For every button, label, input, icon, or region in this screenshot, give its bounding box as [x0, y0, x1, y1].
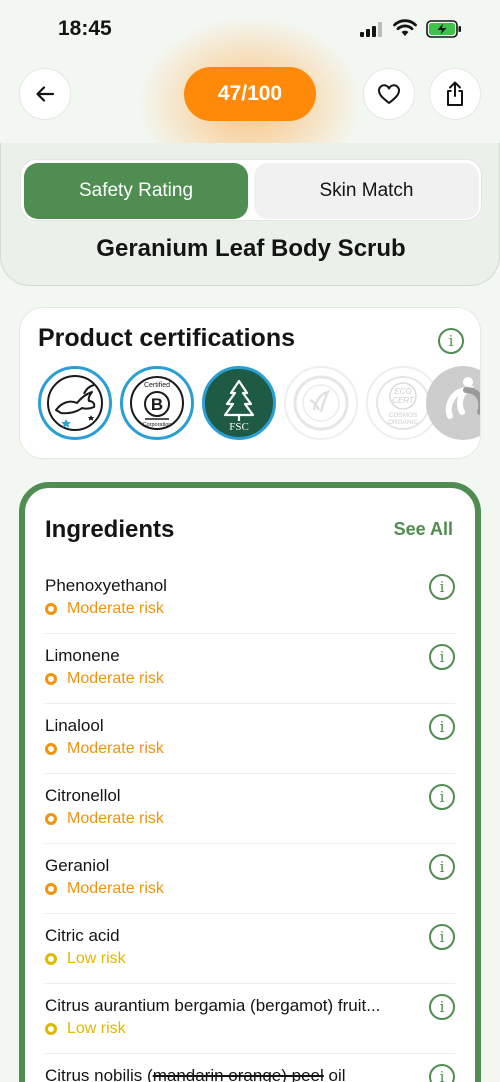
view-segmented-control: Safety Rating Skin Match: [20, 159, 482, 221]
moderate-risk-icon: [45, 813, 57, 825]
certifications-title: Product certifications: [38, 324, 295, 352]
info-icon[interactable]: i: [429, 714, 455, 740]
ingredient-row[interactable]: Citric acid Low risk i: [45, 914, 455, 984]
ingredient-name: Citrus aurantium bergamia (bergamot) fru…: [45, 996, 381, 1015]
low-risk-icon: [45, 953, 57, 965]
header: 47/100: [0, 18, 500, 188]
svg-text:ECO: ECO: [394, 387, 411, 396]
ingredient-name: Geraniol: [45, 856, 110, 875]
ingredient-name: Phenoxyethanol: [45, 576, 167, 595]
ingredient-row[interactable]: Limonene Moderate risk i: [45, 634, 455, 704]
share-icon: [447, 81, 463, 106]
info-icon[interactable]: i: [438, 328, 464, 354]
wifi-icon: [393, 19, 417, 36]
ingredient-row[interactable]: Citrus nobilis (mandarin orange) peel oi…: [45, 1054, 455, 1082]
back-button[interactable]: [19, 68, 71, 120]
fsc-icon[interactable]: FSC: [202, 366, 276, 440]
ingredients-title: Ingredients: [45, 516, 175, 543]
svg-text:B: B: [151, 395, 163, 414]
info-icon[interactable]: i: [429, 854, 455, 880]
heart-icon: [378, 84, 400, 104]
battery-charging-icon: [426, 20, 461, 38]
svg-text:Certified: Certified: [144, 382, 170, 389]
risk-label: Moderate risk: [45, 810, 164, 828]
ingredient-row[interactable]: Geraniol Moderate risk i: [45, 844, 455, 914]
ingredient-name: Citric acid: [45, 926, 120, 945]
ingredient-row[interactable]: Linalool Moderate risk i: [45, 704, 455, 774]
svg-text:COSMOS: COSMOS: [389, 412, 419, 419]
arrow-left-icon: [36, 86, 55, 102]
ingredient-name: Linalool: [45, 716, 104, 735]
svg-text:CERT: CERT: [392, 396, 415, 405]
b-corp-icon[interactable]: Certified B Corporation: [120, 366, 194, 440]
ingredient-row[interactable]: Citrus aurantium bergamia (bergamot) fru…: [45, 984, 455, 1054]
ingredient-row[interactable]: Phenoxyethanol Moderate risk i: [45, 564, 455, 634]
tab-safety-rating[interactable]: Safety Rating: [24, 163, 248, 219]
risk-label: Moderate risk: [45, 670, 164, 688]
ingredients-card: Ingredients See All Phenoxyethanol Moder…: [19, 482, 481, 1082]
moderate-risk-icon: [45, 673, 57, 685]
svg-text:FSC: FSC: [229, 421, 249, 433]
product-title: Geranium Leaf Body Scrub: [96, 235, 406, 262]
info-icon[interactable]: i: [429, 994, 455, 1020]
risk-label: Moderate risk: [45, 880, 164, 898]
status-time: 18:45: [58, 17, 112, 40]
tab-skin-match[interactable]: Skin Match: [254, 163, 479, 219]
ingredient-name: Citrus nobilis (mandarin orange) peel oi…: [45, 1066, 346, 1082]
low-risk-icon: [45, 1023, 57, 1035]
favorite-button[interactable]: [363, 68, 415, 120]
share-button[interactable]: [429, 68, 481, 120]
info-icon[interactable]: i: [429, 784, 455, 810]
moderate-risk-icon: [45, 603, 57, 615]
risk-label: Low risk: [45, 950, 126, 968]
svg-text:Corporation: Corporation: [143, 422, 172, 428]
moderate-risk-icon: [45, 743, 57, 755]
see-all-link[interactable]: See All: [394, 519, 453, 540]
risk-label: Moderate risk: [45, 740, 164, 758]
info-icon[interactable]: i: [429, 1064, 455, 1082]
ingredient-row[interactable]: Citronellol Moderate risk i: [45, 774, 455, 844]
risk-label: Moderate risk: [45, 600, 164, 618]
natrue-icon[interactable]: [284, 366, 358, 440]
risk-label: Low risk: [45, 1020, 126, 1038]
fairtrade-icon[interactable]: [426, 366, 480, 440]
certifications-card: Product certifications i Certified B Cor…: [19, 307, 481, 459]
svg-text:ORGANIC: ORGANIC: [388, 419, 419, 426]
info-icon[interactable]: i: [429, 924, 455, 950]
ingredient-name: Limonene: [45, 646, 120, 665]
moderate-risk-icon: [45, 883, 57, 895]
info-icon[interactable]: i: [429, 644, 455, 670]
leaping-bunny-icon[interactable]: [38, 366, 112, 440]
safety-score-badge[interactable]: 47/100: [184, 67, 316, 121]
product-summary-card: Safety Rating Skin Match Geranium Leaf B…: [0, 143, 500, 286]
info-icon[interactable]: i: [429, 574, 455, 600]
ingredient-name: Citronellol: [45, 786, 121, 805]
cellular-signal-icon: [360, 22, 382, 37]
